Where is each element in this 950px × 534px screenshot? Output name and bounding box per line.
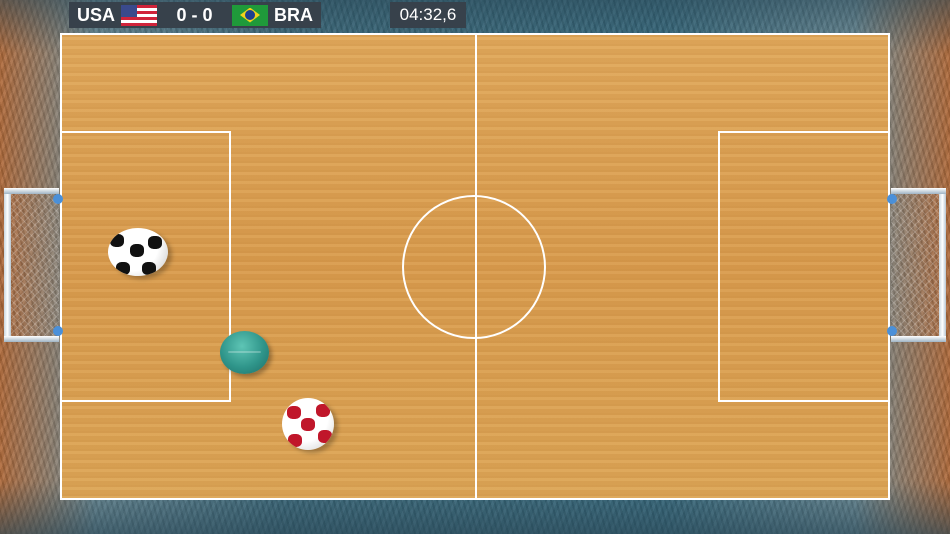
match-timer: 04:32,6 — [390, 2, 466, 28]
right-goal-joint-bottom — [887, 326, 897, 336]
ball-patch — [287, 406, 301, 419]
brazil-flag-globe — [245, 9, 255, 20]
left-goal-net — [11, 194, 59, 336]
scoreboard: USA 0 - 0 BRA — [69, 2, 321, 28]
right-goal-bar-bottom — [891, 336, 946, 342]
teal-player-puck[interactable] — [220, 331, 269, 374]
ball-patch — [318, 430, 332, 443]
home-team-name: USA — [77, 4, 116, 25]
black-white-ball[interactable] — [108, 228, 168, 276]
ball-patch — [316, 404, 330, 417]
brazil-flag-icon — [232, 4, 268, 26]
left-goal-bar-bottom — [4, 336, 59, 342]
right-goal-net — [891, 194, 939, 336]
left-goal-bar-top — [4, 188, 59, 194]
ball-patch — [110, 234, 124, 247]
ball-patch — [142, 262, 156, 275]
timer-value: 04:32,6 — [399, 5, 457, 24]
right-goal — [887, 188, 946, 342]
right-goal-bar-top — [891, 188, 946, 194]
usa-flag-icon — [121, 4, 158, 26]
right-goal-post — [939, 188, 946, 342]
left-goal-post — [4, 188, 11, 342]
ball-patch — [116, 262, 130, 275]
red-white-ball[interactable] — [282, 398, 334, 450]
ball-patch — [148, 236, 162, 249]
left-goal-joint-bottom — [53, 326, 63, 336]
ball-patch — [288, 434, 302, 447]
ball-patch — [301, 418, 315, 431]
center-circle — [402, 195, 546, 339]
puck-highlight — [228, 351, 261, 353]
usa-flag-canton — [121, 4, 138, 17]
futsal-court — [60, 33, 890, 500]
left-goal-joint-top — [53, 194, 63, 204]
right-goal-joint-top — [887, 194, 897, 204]
match-score: 0 - 0 — [176, 4, 213, 25]
ball-patch — [130, 244, 144, 257]
right-penalty-area — [718, 131, 890, 402]
left-goal — [4, 188, 63, 342]
away-team-name: BRA — [274, 4, 313, 25]
